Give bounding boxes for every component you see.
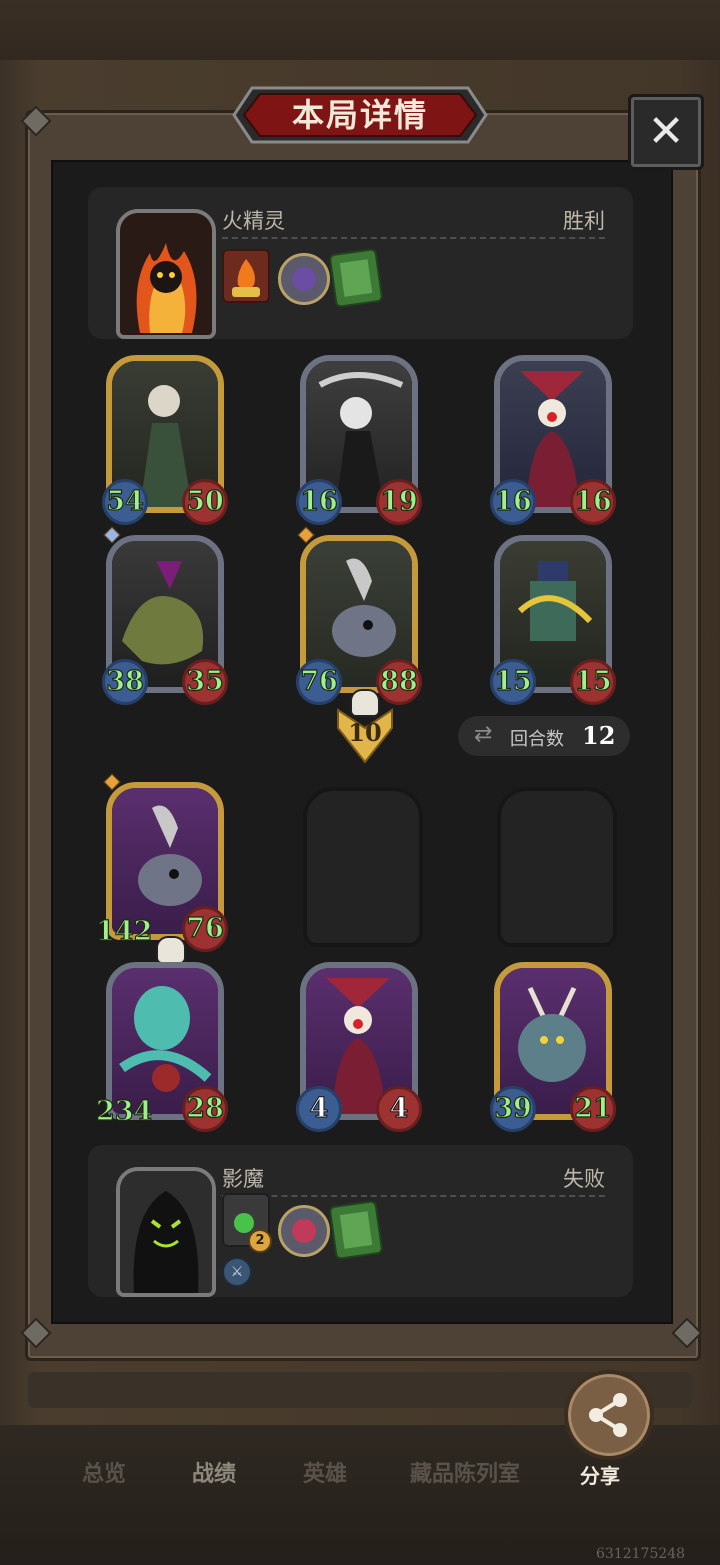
attack-stat: 16 [296,479,342,525]
tab-record[interactable]: 战绩 [192,1456,236,1488]
rounds-value: 12 [582,721,616,750]
health-stat: 88 [376,659,422,705]
avatar-fire-spirit [116,209,216,339]
version-number: 6312175248 [596,1546,686,1562]
player-name: 火精灵 [222,209,285,233]
attack-stat: 16 [490,479,536,525]
attack-stat: 38 [102,659,148,705]
share-icon [589,1393,627,1437]
card-clown[interactable]: 16 16 [490,355,616,525]
shadow-demon-portrait [120,1171,212,1293]
green-book-icon[interactable] [328,247,384,309]
attack-stat: 76 [296,659,342,705]
avatar-shadow-demon [116,1167,216,1297]
health-stat: 35 [182,659,228,705]
player-result: 失败 [563,1167,605,1191]
attack-stat: 39 [490,1086,536,1132]
health-stat: 28 [182,1086,228,1132]
pink-orb-icon[interactable] [278,1205,330,1257]
skull-icon [156,936,186,964]
card-ghost[interactable]: 234 28 [95,962,228,1132]
tab-heroes[interactable]: 英雄 [303,1456,347,1488]
orb-icon[interactable] [278,253,330,305]
tab-collection[interactable]: 藏品陈列室 [410,1456,520,1488]
health-stat: 19 [376,479,422,525]
tab-overview[interactable]: 总览 [82,1456,126,1488]
share-label: 分享 [580,1464,620,1488]
close-button[interactable]: ✕ [628,94,704,170]
empty-card-slot [303,787,423,947]
health-stat: 21 [570,1086,616,1132]
card-horn-beast[interactable]: 76 88 [296,526,422,717]
attack-stat: 54 [102,479,148,525]
health-stat: 76 [182,906,228,952]
title-banner: 本局详情 [232,86,488,144]
health-stat: 15 [570,659,616,705]
player-bottom-info: 影魔 失败 2 ⚔ [88,1145,633,1297]
fire-spirit-portrait [120,213,212,335]
close-icon: ✕ [647,106,685,157]
divider [222,1195,605,1197]
share-button[interactable] [564,1370,654,1460]
attack-stat: 15 [490,659,536,705]
card-hero-skull-mage[interactable]: 54 50 [102,355,228,525]
rounds-badge: ⇄ 回合数 12 [458,716,630,756]
green-book-icon[interactable] [328,1199,384,1261]
player-name: 影魔 [222,1167,264,1191]
rounds-label: 回合数 [510,729,564,750]
card-horned-demon[interactable]: 39 21 [490,962,616,1132]
fire-relic-icon[interactable] [222,249,270,303]
card-horn-beast-enemy[interactable]: 142 76 [95,773,228,964]
attack-stat: 234 [95,1095,153,1127]
health-stat: 4 [376,1086,422,1132]
player-result: 胜利 [563,209,605,233]
player-top-info: 火精灵 胜利 [88,187,633,339]
crossed-swords-icon: ⚔ [222,1257,252,1287]
empty-card-slot [497,787,617,947]
card-clown-enemy[interactable]: 4 4 [296,962,422,1132]
divider [222,237,605,239]
repeat-icon: ⇄ [474,722,493,747]
attack-arrow-value: 10 [348,718,382,747]
card-reaper[interactable]: 16 19 [296,355,422,525]
attack-stat: 142 [95,915,153,947]
card-scarecrow-knight[interactable]: 15 15 [490,535,616,705]
item-count-badge: 2 [248,1229,272,1253]
dialog-title: 本局详情 [291,96,428,134]
attack-stat: 4 [296,1086,342,1132]
health-stat: 50 [182,479,228,525]
card-serpent[interactable]: 38 35 [102,526,228,705]
health-stat: 16 [570,479,616,525]
